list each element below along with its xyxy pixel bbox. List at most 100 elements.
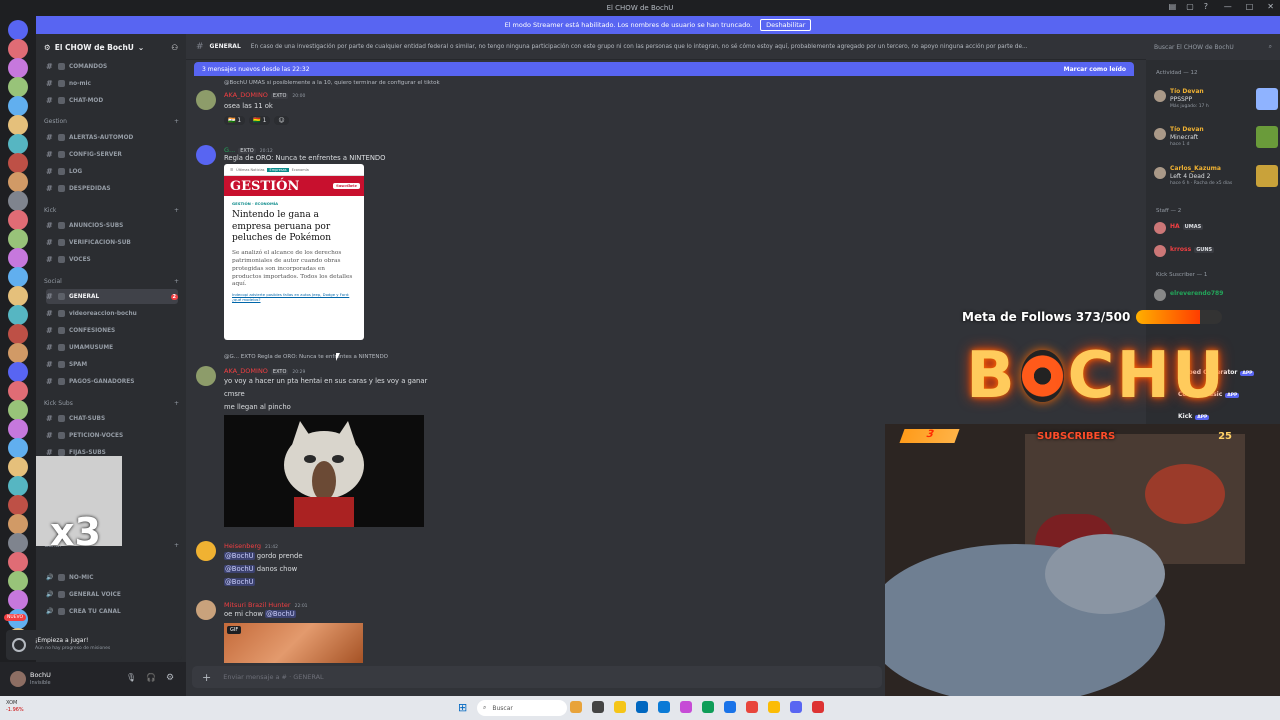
message-author[interactable]: Mitsuri Brazil Hunter 22:01 xyxy=(224,601,308,609)
task-view-icon[interactable] xyxy=(592,701,604,713)
channel-category[interactable]: Social + xyxy=(44,278,179,285)
user-avatar[interactable] xyxy=(10,671,26,687)
server-header[interactable]: ⚙ El CHOW de BochU ⌄ ⚇ xyxy=(44,40,178,54)
taskbar-search[interactable]: ⌕ Buscar xyxy=(477,700,567,716)
add-user-icon[interactable]: ⚇ xyxy=(171,43,178,52)
member-staff[interactable]: HA UMAS xyxy=(1154,220,1274,238)
screen-icon[interactable]: ▢ xyxy=(1186,2,1194,11)
server-icon[interactable] xyxy=(8,115,28,135)
server-icon[interactable] xyxy=(8,381,28,401)
add-channel-icon[interactable]: + xyxy=(174,542,179,549)
widgets-icon[interactable] xyxy=(570,701,582,713)
reaction[interactable]: 🇮🇳 1 xyxy=(224,116,246,125)
add-channel-icon[interactable]: + xyxy=(174,207,179,214)
opera-icon[interactable] xyxy=(746,701,758,713)
channel-category[interactable]: Kick Subs + xyxy=(44,400,179,407)
channel-item[interactable]: # no-mic xyxy=(46,76,178,91)
gif-image[interactable]: GIF xyxy=(224,623,363,663)
mark-read-button[interactable]: Marcar como leído xyxy=(1064,66,1126,73)
app-icon[interactable] xyxy=(812,701,824,713)
message-author[interactable]: AKA_DOMINO EXTO 20:29 xyxy=(224,367,305,375)
settings-gear-icon[interactable]: ⚙ xyxy=(166,673,174,683)
server-icon[interactable] xyxy=(8,267,28,287)
channel-item[interactable]: # VOCES xyxy=(46,252,178,267)
reply-preview[interactable]: @G... EXTO Regla de ORO: Nunca te enfren… xyxy=(224,354,388,360)
add-channel-icon[interactable]: + xyxy=(174,118,179,125)
mail-icon[interactable] xyxy=(658,701,670,713)
avatar[interactable] xyxy=(196,90,216,110)
message-author[interactable]: Heisenberg 21:42 xyxy=(224,542,278,550)
maximize-icon[interactable]: □ xyxy=(1246,2,1254,11)
server-icon[interactable] xyxy=(8,229,28,249)
server-icon[interactable] xyxy=(8,210,28,230)
composer-input[interactable]: Enviar mensaje a # · GENERAL xyxy=(223,673,323,681)
server-icon[interactable] xyxy=(8,457,28,477)
reaction[interactable]: ☺ xyxy=(274,116,289,125)
server-icon[interactable] xyxy=(8,58,28,78)
channel-item[interactable]: # GENERAL 2 xyxy=(46,289,178,304)
channel-item[interactable]: # SPAM xyxy=(46,357,178,372)
server-icon[interactable] xyxy=(8,191,28,211)
channel-item[interactable]: # ALERTAS-AUTOMOD xyxy=(46,130,178,145)
add-attachment-icon[interactable]: + xyxy=(202,671,211,684)
user-mention[interactable]: @BochU xyxy=(224,565,255,573)
channel-category[interactable]: Gestion + xyxy=(44,118,179,125)
edge-icon[interactable] xyxy=(702,701,714,713)
new-messages-bar[interactable]: 3 mensajes nuevos desde las 22:32 Marcar… xyxy=(194,62,1134,76)
store-icon[interactable] xyxy=(636,701,648,713)
avatar[interactable] xyxy=(196,145,216,165)
add-channel-icon[interactable]: + xyxy=(174,278,179,285)
member-kick[interactable]: elreverendo789 xyxy=(1154,287,1274,303)
channel-item[interactable]: # UMAMUSUME xyxy=(46,340,178,355)
server-icon[interactable] xyxy=(8,590,28,610)
close-icon[interactable]: ✕ xyxy=(1267,2,1274,11)
reply-preview[interactable]: @BochU UMAS si posiblemente a la 10, qui… xyxy=(224,80,440,86)
server-icon[interactable] xyxy=(8,343,28,363)
server-icon[interactable] xyxy=(8,362,28,382)
server-icon[interactable] xyxy=(8,533,28,553)
embed-link[interactable]: Indecopi advierte posibles fallas en aut… xyxy=(224,289,364,307)
channel-item[interactable]: # LOG xyxy=(46,164,178,179)
channel-item[interactable]: # DESPEDIDAS xyxy=(46,181,178,196)
avatar[interactable] xyxy=(196,600,216,620)
server-icon[interactable] xyxy=(8,514,28,534)
user-mention[interactable]: @BochU xyxy=(224,552,255,560)
file-explorer-icon[interactable] xyxy=(614,701,626,713)
server-icon[interactable] xyxy=(8,286,28,306)
message-author[interactable]: AKA_DOMINO EXTO 20:00 xyxy=(224,91,305,99)
server-icon[interactable] xyxy=(8,438,28,458)
user-mention[interactable]: @BochU xyxy=(224,578,255,586)
news-embed[interactable]: ☰ Últimas Noticias Empresas Economía GES… xyxy=(224,164,364,340)
channel-item[interactable]: # COMANDOS xyxy=(46,59,178,74)
chrome-icon[interactable] xyxy=(724,701,736,713)
channel-item[interactable]: # CONFIG-SERVER xyxy=(46,147,178,162)
server-icon[interactable] xyxy=(8,20,28,40)
server-icon[interactable] xyxy=(8,495,28,515)
mic-icon[interactable]: 🎙 xyxy=(126,673,136,682)
channel-item[interactable]: # ANUNCIOS-SUBS xyxy=(46,218,178,233)
channel-item[interactable]: # videoreaccion-bochu xyxy=(46,306,178,321)
server-icon[interactable] xyxy=(8,96,28,116)
windows-start-icon[interactable]: ⊞ xyxy=(458,701,467,714)
channel-item[interactable]: # CHAT-MOD xyxy=(46,93,178,108)
server-icon[interactable] xyxy=(8,39,28,59)
server-icon[interactable] xyxy=(8,77,28,97)
channel-item[interactable]: 🔊 GENERAL VOICE xyxy=(46,587,178,602)
chrome-alt-icon[interactable] xyxy=(768,701,780,713)
inbox-icon[interactable]: ▤ xyxy=(1169,2,1177,11)
server-icon[interactable] xyxy=(8,571,28,591)
minimize-icon[interactable]: — xyxy=(1224,2,1232,11)
server-icon[interactable] xyxy=(8,153,28,173)
server-icon[interactable] xyxy=(8,172,28,192)
user-mention[interactable]: @BochU xyxy=(265,610,296,618)
channel-item[interactable]: 🔊 NO-MIC xyxy=(46,570,178,585)
headphones-icon[interactable]: 🎧 xyxy=(146,673,156,682)
server-icon[interactable] xyxy=(8,248,28,268)
help-icon[interactable]: ? xyxy=(1204,2,1208,11)
server-icon[interactable] xyxy=(8,552,28,572)
server-icon[interactable] xyxy=(8,134,28,154)
member-activity[interactable]: Tío Devan Minecraft hace 1 d xyxy=(1154,126,1278,154)
message-author[interactable]: G... EXTO 20:12 xyxy=(224,146,273,154)
channel-topic[interactable]: En caso de una investigación por parte d… xyxy=(251,44,1028,50)
channel-item[interactable]: # PAGOS-GANADORES xyxy=(46,374,178,389)
